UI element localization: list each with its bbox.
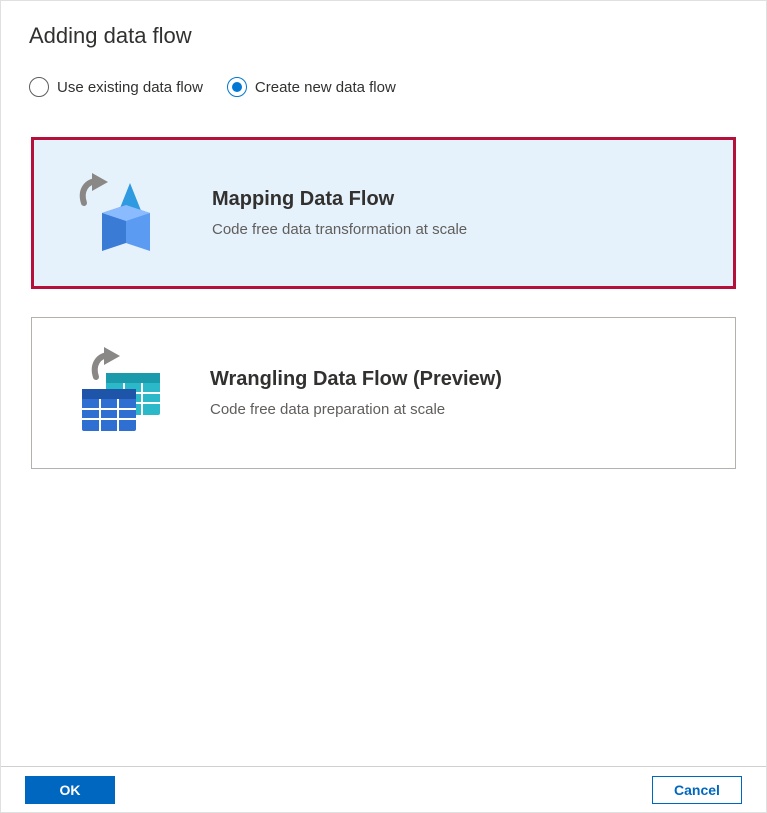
cancel-button[interactable]: Cancel bbox=[652, 776, 742, 804]
ok-button[interactable]: OK bbox=[25, 776, 115, 804]
card-list: Mapping Data Flow Code free data transfo… bbox=[1, 105, 766, 469]
radio-create-new-label: Create new data flow bbox=[255, 79, 396, 96]
radio-dot-icon bbox=[232, 82, 242, 92]
card-mapping-title: Mapping Data Flow bbox=[212, 188, 709, 211]
card-wrangling-title: Wrangling Data Flow (Preview) bbox=[210, 368, 711, 391]
radio-use-existing[interactable]: Use existing data flow bbox=[29, 77, 203, 97]
radio-use-existing-label: Use existing data flow bbox=[57, 79, 203, 96]
card-mapping-text: Mapping Data Flow Code free data transfo… bbox=[188, 188, 709, 238]
radio-checked-icon bbox=[227, 77, 247, 97]
card-mapping-desc: Code free data transformation at scale bbox=[212, 221, 709, 238]
radio-create-new[interactable]: Create new data flow bbox=[227, 77, 396, 97]
card-wrangling-text: Wrangling Data Flow (Preview) Code free … bbox=[186, 368, 711, 418]
card-wrangling-data-flow[interactable]: Wrangling Data Flow (Preview) Code free … bbox=[31, 317, 736, 469]
dialog-footer: OK Cancel bbox=[1, 766, 766, 812]
data-flow-mode-radio-group: Use existing data flow Create new data f… bbox=[1, 57, 766, 105]
wrangling-data-flow-icon bbox=[56, 343, 186, 443]
mapping-data-flow-icon bbox=[58, 163, 188, 263]
card-mapping-data-flow[interactable]: Mapping Data Flow Code free data transfo… bbox=[31, 137, 736, 289]
dialog-title: Adding data flow bbox=[1, 1, 766, 57]
radio-unchecked-icon bbox=[29, 77, 49, 97]
card-wrangling-desc: Code free data preparation at scale bbox=[210, 401, 711, 418]
